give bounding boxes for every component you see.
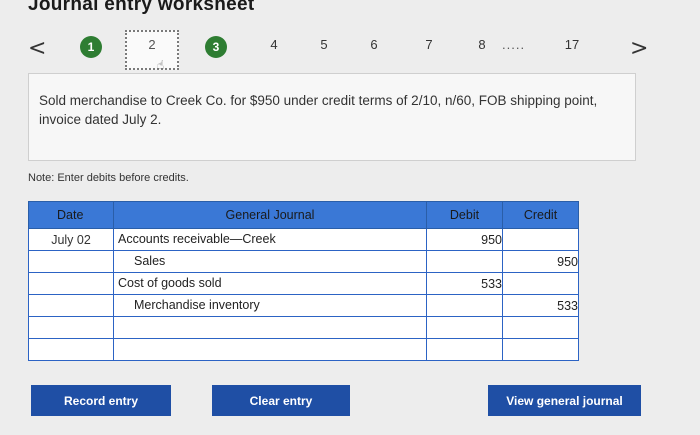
debit-cell[interactable] xyxy=(426,294,503,317)
step-5[interactable]: 5 xyxy=(312,37,336,52)
credit-cell[interactable] xyxy=(502,338,579,361)
journal-table: Date General Journal Debit Credit July 0… xyxy=(28,201,579,361)
header-credit: Credit xyxy=(502,201,579,229)
worksheet-title: Journal entry worksheet xyxy=(28,0,255,15)
step-2[interactable]: 2 ☝ xyxy=(125,30,179,72)
step-3[interactable]: 3 xyxy=(205,36,227,58)
account-cell[interactable]: Merchandise inventory xyxy=(113,294,427,317)
record-entry-button[interactable]: Record entry xyxy=(31,385,171,416)
step-4[interactable]: 4 xyxy=(262,37,286,52)
credit-cell[interactable] xyxy=(502,228,579,251)
step-7[interactable]: 7 xyxy=(417,37,441,52)
next-arrow-icon[interactable]: > xyxy=(630,36,648,61)
date-cell[interactable] xyxy=(28,272,114,295)
table-row: Cost of goods sold 533 xyxy=(28,272,579,295)
credit-cell[interactable] xyxy=(502,316,579,339)
credit-cell[interactable]: 950 xyxy=(502,250,579,273)
view-general-journal-button[interactable]: View general journal xyxy=(488,385,641,416)
header-general-journal: General Journal xyxy=(113,201,427,229)
debit-cell[interactable] xyxy=(426,250,503,273)
account-cell[interactable]: Accounts receivable—Creek xyxy=(113,228,427,251)
clear-entry-button[interactable]: Clear entry xyxy=(212,385,350,416)
table-row: Sales 950 xyxy=(28,250,579,273)
credit-cell[interactable] xyxy=(502,272,579,295)
prev-arrow-icon[interactable]: < xyxy=(28,36,46,61)
table-row xyxy=(28,338,579,361)
header-date: Date xyxy=(28,201,114,229)
problem-panel: Sold merchandise to Creek Co. for $950 u… xyxy=(28,73,636,161)
account-cell[interactable] xyxy=(113,316,427,339)
account-text: Merchandise inventory xyxy=(134,298,260,312)
account-cell[interactable]: Cost of goods sold xyxy=(113,272,427,295)
table-row: Merchandise inventory 533 xyxy=(28,294,579,317)
step-navigation: < 1 2 ☝ 3 4 5 6 7 8 ..... 17 > xyxy=(0,30,700,72)
step-17[interactable]: 17 xyxy=(560,37,584,52)
note-text: Note: Enter debits before credits. xyxy=(28,172,189,184)
table-row: July 02 Accounts receivable—Creek 950 xyxy=(28,228,579,251)
account-text: Sales xyxy=(134,254,166,268)
date-cell[interactable] xyxy=(28,294,114,317)
problem-text: Sold merchandise to Creek Co. for $950 u… xyxy=(39,93,598,127)
journal-header-row: Date General Journal Debit Credit xyxy=(28,201,579,229)
account-cell[interactable] xyxy=(113,338,427,361)
header-debit: Debit xyxy=(426,201,503,229)
account-text: Accounts receivable—Creek xyxy=(118,232,276,246)
debit-cell[interactable]: 950 xyxy=(426,228,503,251)
debit-cell[interactable] xyxy=(426,316,503,339)
table-row xyxy=(28,316,579,339)
step-ellipsis: ..... xyxy=(502,37,526,52)
step-1[interactable]: 1 xyxy=(80,36,102,58)
step-6[interactable]: 6 xyxy=(362,37,386,52)
step-2-label: 2 xyxy=(148,37,156,52)
debit-cell[interactable] xyxy=(426,338,503,361)
credit-cell[interactable]: 533 xyxy=(502,294,579,317)
debit-cell[interactable]: 533 xyxy=(426,272,503,295)
date-cell[interactable]: July 02 xyxy=(28,228,114,251)
step-8[interactable]: 8 xyxy=(470,37,494,52)
date-cell[interactable] xyxy=(28,316,114,339)
account-cell[interactable]: Sales xyxy=(113,250,427,273)
date-cell[interactable] xyxy=(28,250,114,273)
account-text: Cost of goods sold xyxy=(118,276,222,290)
date-cell[interactable] xyxy=(28,338,114,361)
